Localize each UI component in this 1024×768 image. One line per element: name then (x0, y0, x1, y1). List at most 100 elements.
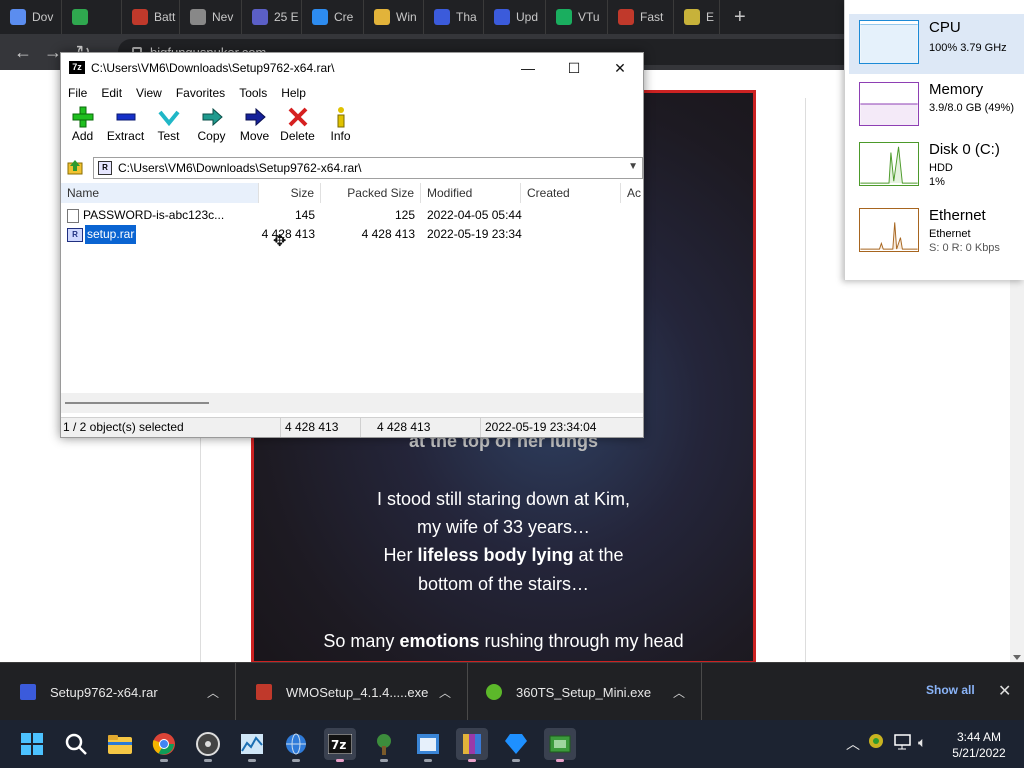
browser-tab[interactable]: Batt (122, 0, 180, 34)
globe-icon (286, 733, 306, 755)
sevenzip-taskbar-button[interactable]: 7z (324, 728, 356, 762)
file-explorer-button[interactable] (104, 728, 136, 760)
file-modified: 2022-04-05 05:44 (427, 208, 522, 222)
browser-tab[interactable]: Fast (608, 0, 674, 34)
tm-ethernet-rate: S: 0 R: 0 Kbps (929, 242, 1000, 254)
disc-icon (196, 732, 220, 756)
extract-button[interactable]: Extract (104, 105, 147, 151)
tab-title: E (706, 10, 715, 24)
tm-item-memory[interactable]: Memory 3.9/8.0 GB (49%) (849, 76, 1024, 136)
table-row[interactable]: Rsetup.rar 4 428 413 4 428 413 2022-05-1… (61, 225, 643, 244)
menu-view[interactable]: View (129, 86, 169, 100)
col-accessed[interactable]: Ac (621, 183, 643, 203)
file-packed-size: 125 (394, 208, 415, 222)
col-packed-size[interactable]: Packed Size (321, 183, 421, 203)
menu-edit[interactable]: Edit (94, 86, 129, 100)
test-button[interactable]: Test (147, 105, 190, 151)
path-combobox[interactable]: R C:\Users\VM6\Downloads\Setup9762-x64.r… (93, 157, 643, 179)
show-all-button[interactable]: Show all (926, 683, 975, 697)
chevron-up-icon[interactable]: ︿ (439, 684, 451, 701)
download-item[interactable]: WMOSetup_4.1.4.....exe ︿ (236, 663, 468, 721)
close-downloads-icon[interactable]: ✕ (998, 681, 1011, 701)
file-modified: 2022-05-19 23:34 (427, 227, 522, 241)
app-button[interactable] (368, 728, 400, 762)
tab-favicon-icon (618, 9, 634, 25)
info-button[interactable]: Info (319, 105, 362, 151)
window-titlebar[interactable]: 7z C:\Users\VM6\Downloads\Setup9762-x64.… (61, 53, 643, 83)
download-item[interactable]: 360TS_Setup_Mini.exe ︿ (468, 663, 702, 721)
windows-logo-icon (21, 733, 43, 755)
chevron-up-icon[interactable]: ︿ (846, 734, 860, 754)
delete-label: Delete (280, 129, 315, 143)
browser-tab[interactable]: E (674, 0, 720, 34)
move-button[interactable]: Move (233, 105, 276, 151)
menu-tools[interactable]: Tools (232, 86, 274, 100)
col-size[interactable]: Size (259, 183, 321, 203)
task-manager-button[interactable] (236, 728, 268, 762)
winrar-taskbar-button[interactable] (456, 728, 488, 762)
browser-tab[interactable]: Tha (424, 0, 484, 34)
browser-tab[interactable]: Upd (484, 0, 546, 34)
performance-icon (241, 734, 263, 754)
app-tray-icon[interactable] (868, 733, 884, 752)
download-item[interactable]: Setup9762-x64.rar ︿ (0, 663, 236, 721)
network-icon[interactable] (894, 734, 912, 753)
tm-item-ethernet[interactable]: Ethernet Ethernet S: 0 R: 0 Kbps (849, 202, 1024, 262)
taskbar-clock[interactable]: 3:44 AM 5/21/2022 (946, 729, 1012, 761)
copy-label: Copy (197, 129, 226, 143)
download-name: Setup9762-x64.rar (50, 684, 158, 700)
app-button[interactable] (500, 728, 532, 762)
ethernet-graph (859, 208, 919, 252)
new-tab-button[interactable]: + (734, 6, 746, 29)
browser-tab[interactable]: 25 E (242, 0, 302, 34)
copy-button[interactable]: Copy (190, 105, 233, 151)
browser-tab[interactable]: Cre (302, 0, 364, 34)
folder-up-icon[interactable] (67, 159, 83, 175)
col-created[interactable]: Created (521, 183, 621, 203)
browser-tab[interactable] (62, 0, 122, 34)
tab-favicon-icon (252, 9, 268, 25)
back-icon[interactable]: ← (8, 42, 38, 63)
chevron-up-icon[interactable]: ︿ (673, 684, 685, 701)
tm-item-disk[interactable]: Disk 0 (C:) HDD 1% (849, 136, 1024, 196)
add-icon (72, 106, 93, 128)
menu-favorites[interactable]: Favorites (169, 86, 232, 100)
col-modified[interactable]: Modified (421, 183, 521, 203)
browser-tab[interactable]: Win (364, 0, 424, 34)
menu-help[interactable]: Help (274, 86, 313, 100)
volume-icon[interactable]: 🔈︎ (918, 734, 926, 751)
app-button[interactable] (412, 728, 444, 762)
clock-date: 5/21/2022 (952, 746, 1006, 760)
scroll-down-icon[interactable] (1013, 655, 1021, 660)
table-row[interactable]: PASSWORD-is-abc123c... 145 125 2022-04-0… (61, 206, 643, 225)
start-button[interactable] (16, 728, 48, 760)
sevenzip-icon: 7z (328, 734, 352, 754)
tm-disk-title: Disk 0 (C:) (929, 141, 1000, 158)
tm-cpu-sub: 100% 3.79 GHz (929, 42, 1007, 54)
menu-file[interactable]: File (61, 86, 94, 100)
browser-tab[interactable]: Nev (180, 0, 242, 34)
chevron-up-icon[interactable]: ︿ (207, 684, 219, 701)
browser-tab[interactable]: Dov (0, 0, 62, 34)
extract-label: Extract (106, 129, 145, 143)
search-button[interactable] (60, 728, 92, 760)
delete-button[interactable]: Delete (276, 105, 319, 151)
tab-title: Nev (212, 10, 234, 24)
windows-taskbar: 7z ︿ 🔈︎ 3:44 AM 5/21/2022 (0, 720, 1024, 768)
network-app-button[interactable] (280, 728, 312, 762)
app-button[interactable] (544, 728, 576, 762)
close-button[interactable]: ✕ (597, 53, 643, 83)
menu-bar: File Edit View Favorites Tools Help (61, 83, 643, 103)
scrollbar-thumb[interactable] (65, 402, 209, 404)
chevron-down-icon[interactable]: ▼ (628, 161, 638, 172)
minimize-button[interactable]: — (505, 53, 551, 83)
browser-tab[interactable]: VTu (546, 0, 608, 34)
col-name[interactable]: Name (61, 183, 259, 203)
maximize-button[interactable]: ☐ (551, 53, 597, 83)
media-player-button[interactable] (192, 728, 224, 762)
tm-item-cpu[interactable]: CPU 100% 3.79 GHz (849, 14, 1024, 74)
chrome-button[interactable] (148, 728, 180, 762)
add-button[interactable]: Add (61, 105, 104, 151)
move-icon (245, 107, 266, 127)
horizontal-scrollbar[interactable] (61, 393, 643, 413)
